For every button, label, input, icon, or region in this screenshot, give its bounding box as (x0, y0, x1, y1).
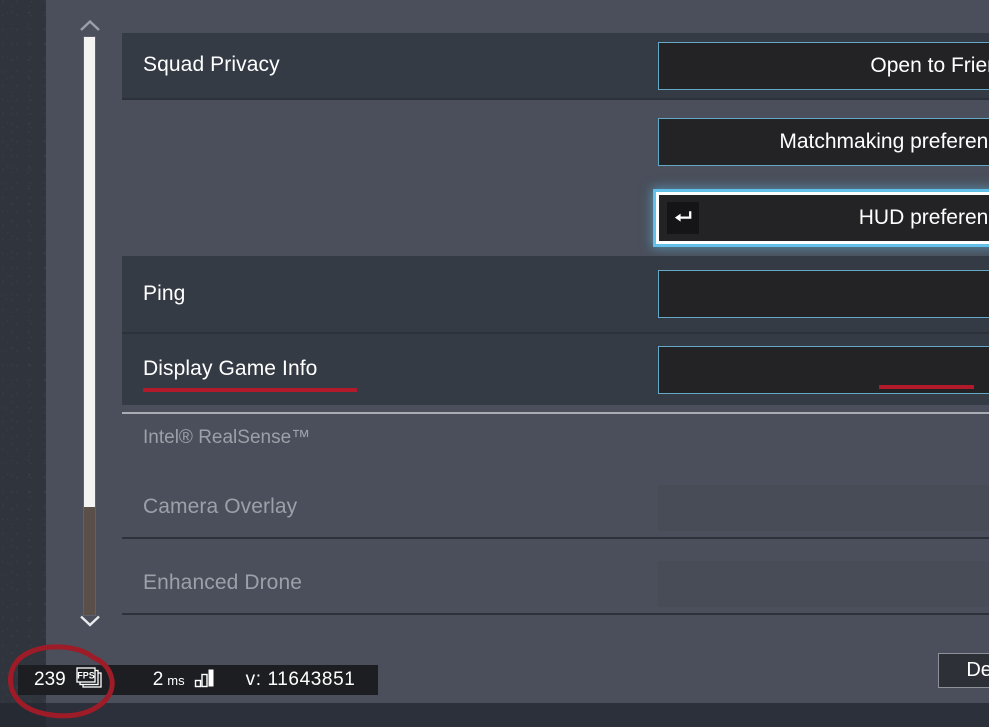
left-background-strip (0, 0, 46, 727)
annotation-underline-value (879, 385, 974, 389)
svg-text:FPS: FPS (77, 670, 95, 680)
option-value-hud-preferences[interactable]: HUD preferences (656, 192, 989, 244)
bottom-bar-left (0, 703, 46, 727)
bottom-bar (0, 703, 989, 727)
option-label-enhanced-drone: Enhanced Drone (143, 571, 302, 595)
performance-overlay: 239 FPS 2 ms v: 11643851 (18, 665, 378, 695)
options-scrollbar[interactable] (76, 10, 104, 635)
option-value-matchmaking-preferences[interactable]: Matchmaking preferences (658, 118, 989, 166)
row-separator (122, 537, 989, 539)
build-version: v: 11643851 (246, 669, 356, 691)
fps-group: 239 FPS (18, 666, 104, 695)
option-value-text: Open to Friends (870, 54, 989, 78)
option-value-camera-overlay: Off (658, 485, 989, 531)
row-separator (122, 613, 989, 615)
option-value-text: HUD preferences (859, 206, 989, 230)
option-value-enhanced-drone: Off (658, 561, 989, 607)
fps-value: 239 (34, 669, 66, 691)
annotation-underline-label (143, 388, 357, 392)
option-label-ping: Ping (143, 282, 185, 306)
option-label-camera-overlay: Camera Overlay (143, 495, 297, 519)
frametime-unit: ms (167, 673, 184, 688)
option-label-display-game-info: Display Game Info (143, 357, 317, 381)
scroll-up-arrow[interactable] (76, 16, 104, 34)
enter-key-icon (667, 202, 699, 234)
fps-frames-icon: FPS (74, 666, 104, 695)
option-value-squad-privacy[interactable]: Open to Friends (658, 42, 989, 90)
scrollbar-lower-track[interactable] (84, 507, 95, 615)
options-list: Squad Privacy Open to Friends Matchmakin… (122, 0, 989, 640)
frametime-group: 2 ms (104, 668, 216, 693)
scroll-down-arrow[interactable] (76, 611, 104, 629)
frametime-value: 2 (153, 669, 164, 691)
section-divider (122, 412, 989, 414)
bar-graph-icon (194, 668, 216, 693)
option-value-text: Matchmaking preferences (779, 130, 989, 154)
game-options-screen: Squad Privacy Open to Friends Matchmakin… (0, 0, 989, 727)
section-header-intel-realsense: Intel® RealSense™ (143, 427, 310, 449)
option-value-ping[interactable]: On (658, 270, 989, 318)
default-button-label: Default (966, 659, 989, 682)
default-button[interactable]: Default (938, 653, 989, 688)
option-label-squad-privacy: Squad Privacy (143, 53, 280, 77)
scrollbar-thumb[interactable] (84, 37, 95, 507)
